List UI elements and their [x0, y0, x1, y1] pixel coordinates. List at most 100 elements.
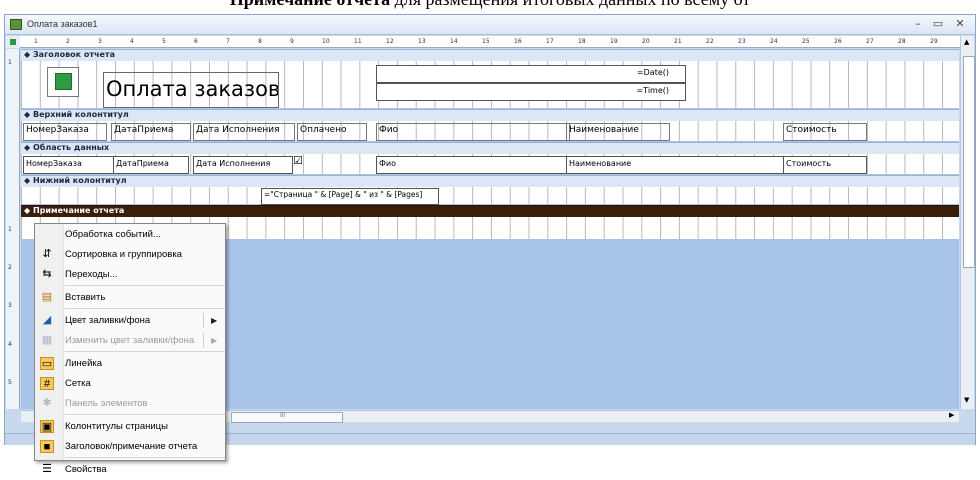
section-page-header[interactable]: НомерЗаказа ДатаПриема Дата Исполнения О… [21, 121, 959, 141]
context-menu: Обработка событий... ⇵ Сортировка и груп… [34, 223, 227, 475]
menu-separator [65, 414, 225, 415]
document-heading-text: для размещения итоговых данных по всему … [390, 0, 751, 9]
ruler-tick: 28 [898, 38, 906, 45]
menu-item-grid[interactable]: # Сетка [35, 373, 227, 394]
menu-item-tab-order[interactable]: ⇆ Переходы... [35, 264, 227, 285]
menu-item-label: Заголовок/примечание отчета [65, 441, 198, 452]
report-logo-image[interactable] [47, 67, 79, 97]
sort-icon: ⇵ [42, 248, 52, 260]
grid-icon: # [40, 377, 54, 390]
scroll-right-icon[interactable]: ▶ [949, 411, 954, 419]
section-page-footer-label: Нижний колонтитул [33, 176, 127, 185]
ruler-tick: 1 [34, 38, 38, 45]
header-label-cost[interactable]: Стоимость [783, 123, 867, 141]
menu-item-sort-group[interactable]: ⇵ Сортировка и группировка [35, 244, 227, 265]
vruler-tick: 4 [8, 341, 12, 348]
horizontal-scroll-thumb[interactable]: III [231, 412, 343, 423]
toolbox-icon: ✱ [42, 397, 52, 409]
close-button[interactable]: ✕ [951, 17, 969, 31]
menu-item-label: Линейка [65, 358, 103, 369]
field-date-completed[interactable]: Дата Исполнения [193, 156, 293, 174]
header-label-date-received[interactable]: ДатаПриема [111, 123, 191, 141]
paste-icon: ▤ [41, 291, 53, 303]
field-product[interactable]: Наименование [566, 156, 786, 174]
report-header-footer-icon: ■ [40, 440, 54, 453]
minimize-button[interactable]: – [909, 17, 927, 31]
time-textbox[interactable]: =Time() [376, 83, 686, 101]
menu-item-label: Сетка [65, 378, 91, 389]
menu-item-fill-color[interactable]: ◢ Цвет заливки/фона ▶ [35, 310, 227, 331]
submenu-arrow-icon: ▶ [211, 316, 218, 325]
alt-fill-color-icon: ▦ [41, 334, 53, 346]
ruler-tick: 5 [162, 38, 166, 45]
report-logo-icon [55, 73, 72, 90]
ruler-tick: 18 [578, 38, 586, 45]
ruler-tick: 14 [450, 38, 458, 45]
section-report-header-label: Заголовок отчета [33, 50, 115, 59]
field-paid-checkbox[interactable]: ☑ [293, 154, 303, 167]
field-date-received[interactable]: ДатаПриема [113, 156, 189, 174]
menu-separator [65, 308, 225, 309]
section-detail[interactable]: НомерЗаказа ДатаПриема Дата Исполнения ☑… [21, 154, 959, 174]
ruler-tick: 16 [514, 38, 522, 45]
ruler-tick: 23 [738, 38, 746, 45]
scroll-up-icon[interactable]: ▲ [964, 38, 969, 46]
maximize-button[interactable]: ▭ [929, 17, 947, 31]
report-title-label[interactable]: Оплата заказов [103, 72, 279, 108]
menu-item-alt-fill-color[interactable]: ▦ Изменить цвет заливки/фона ▶ [35, 330, 227, 351]
tab-order-icon: ⇆ [42, 268, 52, 280]
menu-item-page-header-footer[interactable]: ▣ Колонтитулы страницы [35, 416, 227, 437]
header-label-order-number[interactable]: НомерЗаказа [23, 123, 107, 141]
menu-separator [65, 285, 225, 286]
field-cost[interactable]: Стоимость [783, 156, 867, 174]
ruler-icon: ▭ [40, 357, 54, 370]
ruler-tick: 9 [290, 38, 294, 45]
menu-separator [65, 351, 225, 352]
menu-item-event-handling[interactable]: Обработка событий... [35, 224, 227, 245]
page-number-textbox[interactable]: ="Страница " & [Page] & " из " & [Pages] [261, 188, 439, 205]
section-detail-label: Область данных [33, 143, 110, 152]
section-report-footer-label: Примечание отчета [33, 206, 125, 215]
section-page-footer[interactable]: ="Страница " & [Page] & " из " & [Pages] [21, 187, 959, 205]
header-label-date-completed[interactable]: Дата Исполнения [193, 123, 295, 141]
menu-item-ruler[interactable]: ▭ Линейка [35, 353, 227, 374]
header-label-paid[interactable]: Оплачено [297, 123, 367, 141]
vruler-tick: 1 [8, 59, 12, 66]
vertical-ruler: 1 1 2 3 4 5 [6, 49, 20, 409]
vruler-tick: 3 [8, 302, 12, 309]
menu-item-label: Панель элементов [65, 398, 148, 409]
vertical-scrollbar[interactable]: ▲ ▼ [960, 36, 975, 409]
properties-icon: ☰ [42, 463, 52, 475]
menu-item-label: Вставить [65, 292, 106, 303]
ruler-tick: 7 [226, 38, 230, 45]
document-heading: Примечание отчета для размещения итоговы… [0, 0, 980, 10]
menu-item-report-header-footer[interactable]: ■ Заголовок/примечание отчета [35, 436, 227, 457]
vruler-tick: 5 [8, 379, 12, 386]
header-label-product[interactable]: Наименование [566, 123, 670, 141]
ruler-tick: 15 [482, 38, 490, 45]
header-label-name[interactable]: Фио [376, 123, 570, 141]
menu-separator [65, 457, 225, 458]
report-selector[interactable] [6, 36, 20, 48]
menu-item-paste[interactable]: ▤ Вставить [35, 287, 227, 308]
field-name[interactable]: Фио [376, 156, 570, 174]
ruler-tick: 10 [322, 38, 330, 45]
scroll-down-icon[interactable]: ▼ [964, 396, 969, 404]
menu-item-properties[interactable]: ☰ Свойства [35, 459, 227, 480]
ruler-tick: 19 [610, 38, 618, 45]
ruler-tick: 8 [258, 38, 262, 45]
section-report-header[interactable]: Оплата заказов =Date() =Time() [21, 61, 959, 108]
submenu-divider [203, 333, 204, 348]
menu-item-label: Колонтитулы страницы [65, 421, 168, 432]
menu-item-label: Свойства [65, 464, 107, 475]
ruler-tick: 4 [130, 38, 134, 45]
date-textbox[interactable]: =Date() [376, 65, 686, 83]
menu-item-label: Сортировка и группировка [65, 249, 182, 260]
ruler-tick: 6 [194, 38, 198, 45]
field-order-number[interactable]: НомерЗаказа [23, 156, 117, 174]
ruler-tick: 17 [546, 38, 554, 45]
menu-item-toolbox[interactable]: ✱ Панель элементов [35, 393, 227, 414]
vertical-scroll-thumb[interactable] [963, 56, 975, 268]
vruler-tick: 1 [8, 226, 12, 233]
menu-item-label: Обработка событий... [65, 229, 161, 240]
